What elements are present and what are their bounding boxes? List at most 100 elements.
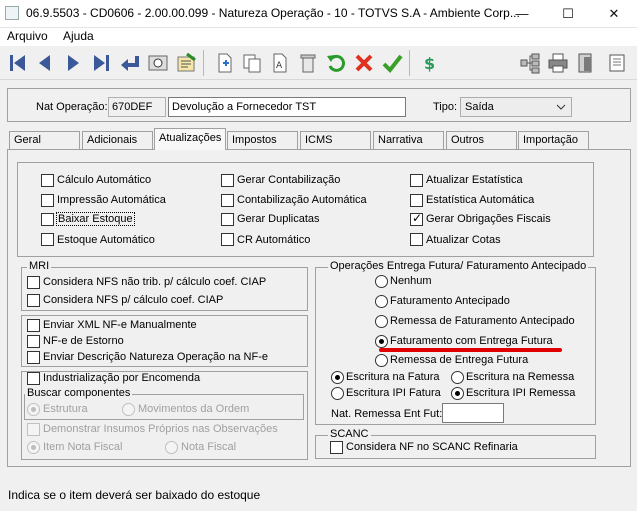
close-button[interactable]: ✕ <box>591 0 637 28</box>
escritura-ipi-remessa-label: Escritura IPI Remessa <box>466 387 576 399</box>
list-icon[interactable] <box>173 50 199 76</box>
tab-outros[interactable]: Outros <box>446 131 517 149</box>
tab-atualizacoes[interactable]: Atualizações <box>154 128 226 150</box>
tab-impostos[interactable]: Impostos <box>227 131 298 149</box>
menu-bar <box>0 28 637 46</box>
atualizar-estatistica-checkbox[interactable] <box>410 174 423 187</box>
last-icon[interactable] <box>88 50 114 76</box>
demonstrar-insumos-checkbox[interactable] <box>27 423 40 436</box>
go-to-icon[interactable] <box>117 50 143 76</box>
currency-icon[interactable]: $ <box>416 50 442 76</box>
item-nota-fiscal-radio[interactable] <box>27 441 40 454</box>
scroll-icon[interactable] <box>604 50 630 76</box>
remessa-entrega-futura-radio[interactable] <box>375 354 388 367</box>
scanc-group-title: SCANC <box>328 428 371 440</box>
escritura-fatura-radio[interactable] <box>331 371 344 384</box>
atualizar-cotas-label: Atualizar Cotas <box>426 234 501 246</box>
undo-icon[interactable] <box>323 50 349 76</box>
demonstrar-insumos-label: Demonstrar Insumos Próprios nas Observaç… <box>43 423 278 435</box>
app-icon <box>5 6 19 20</box>
nfe-estorno-checkbox[interactable] <box>27 335 40 348</box>
tipo-select[interactable]: Saída <box>460 97 572 117</box>
exit-icon[interactable] <box>573 50 599 76</box>
considera-nfs-nao-trib-checkbox[interactable] <box>27 276 40 289</box>
atualizar-cotas-checkbox[interactable] <box>410 233 423 246</box>
mri-group-title: MRI <box>27 260 52 272</box>
tab-icms[interactable]: ICMS <box>300 131 371 149</box>
tab-adicionais[interactable]: Adicionais <box>82 131 153 149</box>
calculo-automatico-checkbox[interactable] <box>41 174 54 187</box>
cr-automatico-checkbox[interactable] <box>221 233 234 246</box>
tab-geral[interactable]: Geral <box>9 131 80 149</box>
faturamento-entrega-futura-radio[interactable] <box>375 335 388 348</box>
maximize-button[interactable]: ☐ <box>545 0 591 28</box>
nenhum-radio[interactable] <box>375 275 388 288</box>
considera-scanc-label: Considera NF no SCANC Refinaria <box>346 441 518 453</box>
gerar-duplicatas-checkbox[interactable] <box>221 213 234 226</box>
impressao-automatica-checkbox[interactable] <box>41 194 54 207</box>
tab-narrativa[interactable]: Narrativa <box>373 131 444 149</box>
contabilizacao-automatica-label: Contabilização Automática <box>237 194 367 206</box>
first-icon[interactable] <box>5 50 31 76</box>
enviar-descricao-label: Enviar Descrição Natureza Operação na NF… <box>43 351 268 363</box>
tab-importacao[interactable]: Importação <box>518 131 589 149</box>
remessa-faturamento-antecipado-radio[interactable] <box>375 315 388 328</box>
escritura-fatura-label: Escritura na Fatura <box>346 371 440 383</box>
cancel-icon[interactable] <box>351 50 377 76</box>
checkmark-icon: ✓ <box>412 211 423 225</box>
considera-nfs-nao-trib-label: Considera NFS não trib. p/ cálculo coef.… <box>43 276 267 288</box>
considera-nfs-ciap-checkbox[interactable] <box>27 294 40 307</box>
minimize-button[interactable]: — <box>499 0 545 28</box>
item-nota-fiscal-label: Item Nota Fiscal <box>43 441 123 453</box>
nat-remessa-label: Nat. Remessa Ent Fut: <box>331 408 443 420</box>
save-icon[interactable] <box>379 50 405 76</box>
baixar-estoque-label: Baixar Estoque <box>56 212 135 226</box>
movimentos-ordem-radio[interactable] <box>122 403 135 416</box>
gerar-contabilizacao-checkbox[interactable] <box>221 174 234 187</box>
estoque-automatico-checkbox[interactable] <box>41 233 54 246</box>
enviar-descricao-checkbox[interactable] <box>27 351 40 364</box>
industrializacao-label: Industrialização por Encomenda <box>43 372 201 384</box>
gerar-obrigacoes-fiscais-checkbox[interactable]: ✓ <box>410 211 423 226</box>
faturamento-antecipado-radio[interactable] <box>375 295 388 308</box>
nat-remessa-field[interactable] <box>442 403 504 423</box>
estatistica-automatica-label: Estatística Automática <box>426 194 535 206</box>
nota-fiscal-radio[interactable] <box>165 441 178 454</box>
menu-arquivo[interactable]: Arquivo <box>7 29 48 43</box>
copy-icon[interactable] <box>239 50 265 76</box>
nenhum-label: Nenhum <box>390 275 432 287</box>
edit-icon[interactable]: A <box>267 50 293 76</box>
gerar-obrigacoes-fiscais-label: Gerar Obrigações Fiscais <box>426 213 551 225</box>
baixar-estoque-checkbox[interactable] <box>41 213 54 226</box>
estatistica-automatica-checkbox[interactable] <box>410 194 423 207</box>
toolbar-separator <box>203 50 204 76</box>
escritura-ipi-fatura-radio[interactable] <box>331 387 344 400</box>
next-icon[interactable] <box>60 50 86 76</box>
nat-operacao-code-field[interactable]: 670DEF <box>108 97 166 117</box>
svg-text:A: A <box>276 61 283 71</box>
menu-ajuda[interactable]: Ajuda <box>63 29 94 43</box>
tree-icon[interactable] <box>517 50 543 76</box>
calculo-automatico-label: Cálculo Automático <box>57 174 152 186</box>
nfe-estorno-label: NF-e de Estorno <box>43 335 124 347</box>
escritura-ipi-remessa-radio[interactable] <box>451 387 464 400</box>
print-icon[interactable] <box>545 50 571 76</box>
gerar-duplicatas-label: Gerar Duplicatas <box>237 213 320 225</box>
enviar-xml-checkbox[interactable] <box>27 319 40 332</box>
previous-icon[interactable] <box>32 50 58 76</box>
nat-operacao-description-field[interactable]: Devolução a Fornecedor TST <box>168 97 406 117</box>
toolbar-separator <box>409 50 410 76</box>
escritura-ipi-fatura-label: Escritura IPI Fatura <box>346 387 441 399</box>
contabilizacao-automatica-checkbox[interactable] <box>221 194 234 207</box>
delete-icon[interactable] <box>295 50 321 76</box>
new-icon[interactable] <box>212 50 238 76</box>
estoque-automatico-label: Estoque Automático <box>57 234 155 246</box>
nota-fiscal-label: Nota Fiscal <box>181 441 237 453</box>
search-icon[interactable] <box>145 50 171 76</box>
escritura-remessa-radio[interactable] <box>451 371 464 384</box>
industrializacao-checkbox[interactable] <box>27 372 40 385</box>
chevron-down-icon <box>556 104 566 110</box>
estrutura-radio[interactable] <box>27 403 40 416</box>
considera-scanc-checkbox[interactable] <box>330 441 343 454</box>
tipo-select-value: Saída <box>465 101 494 113</box>
